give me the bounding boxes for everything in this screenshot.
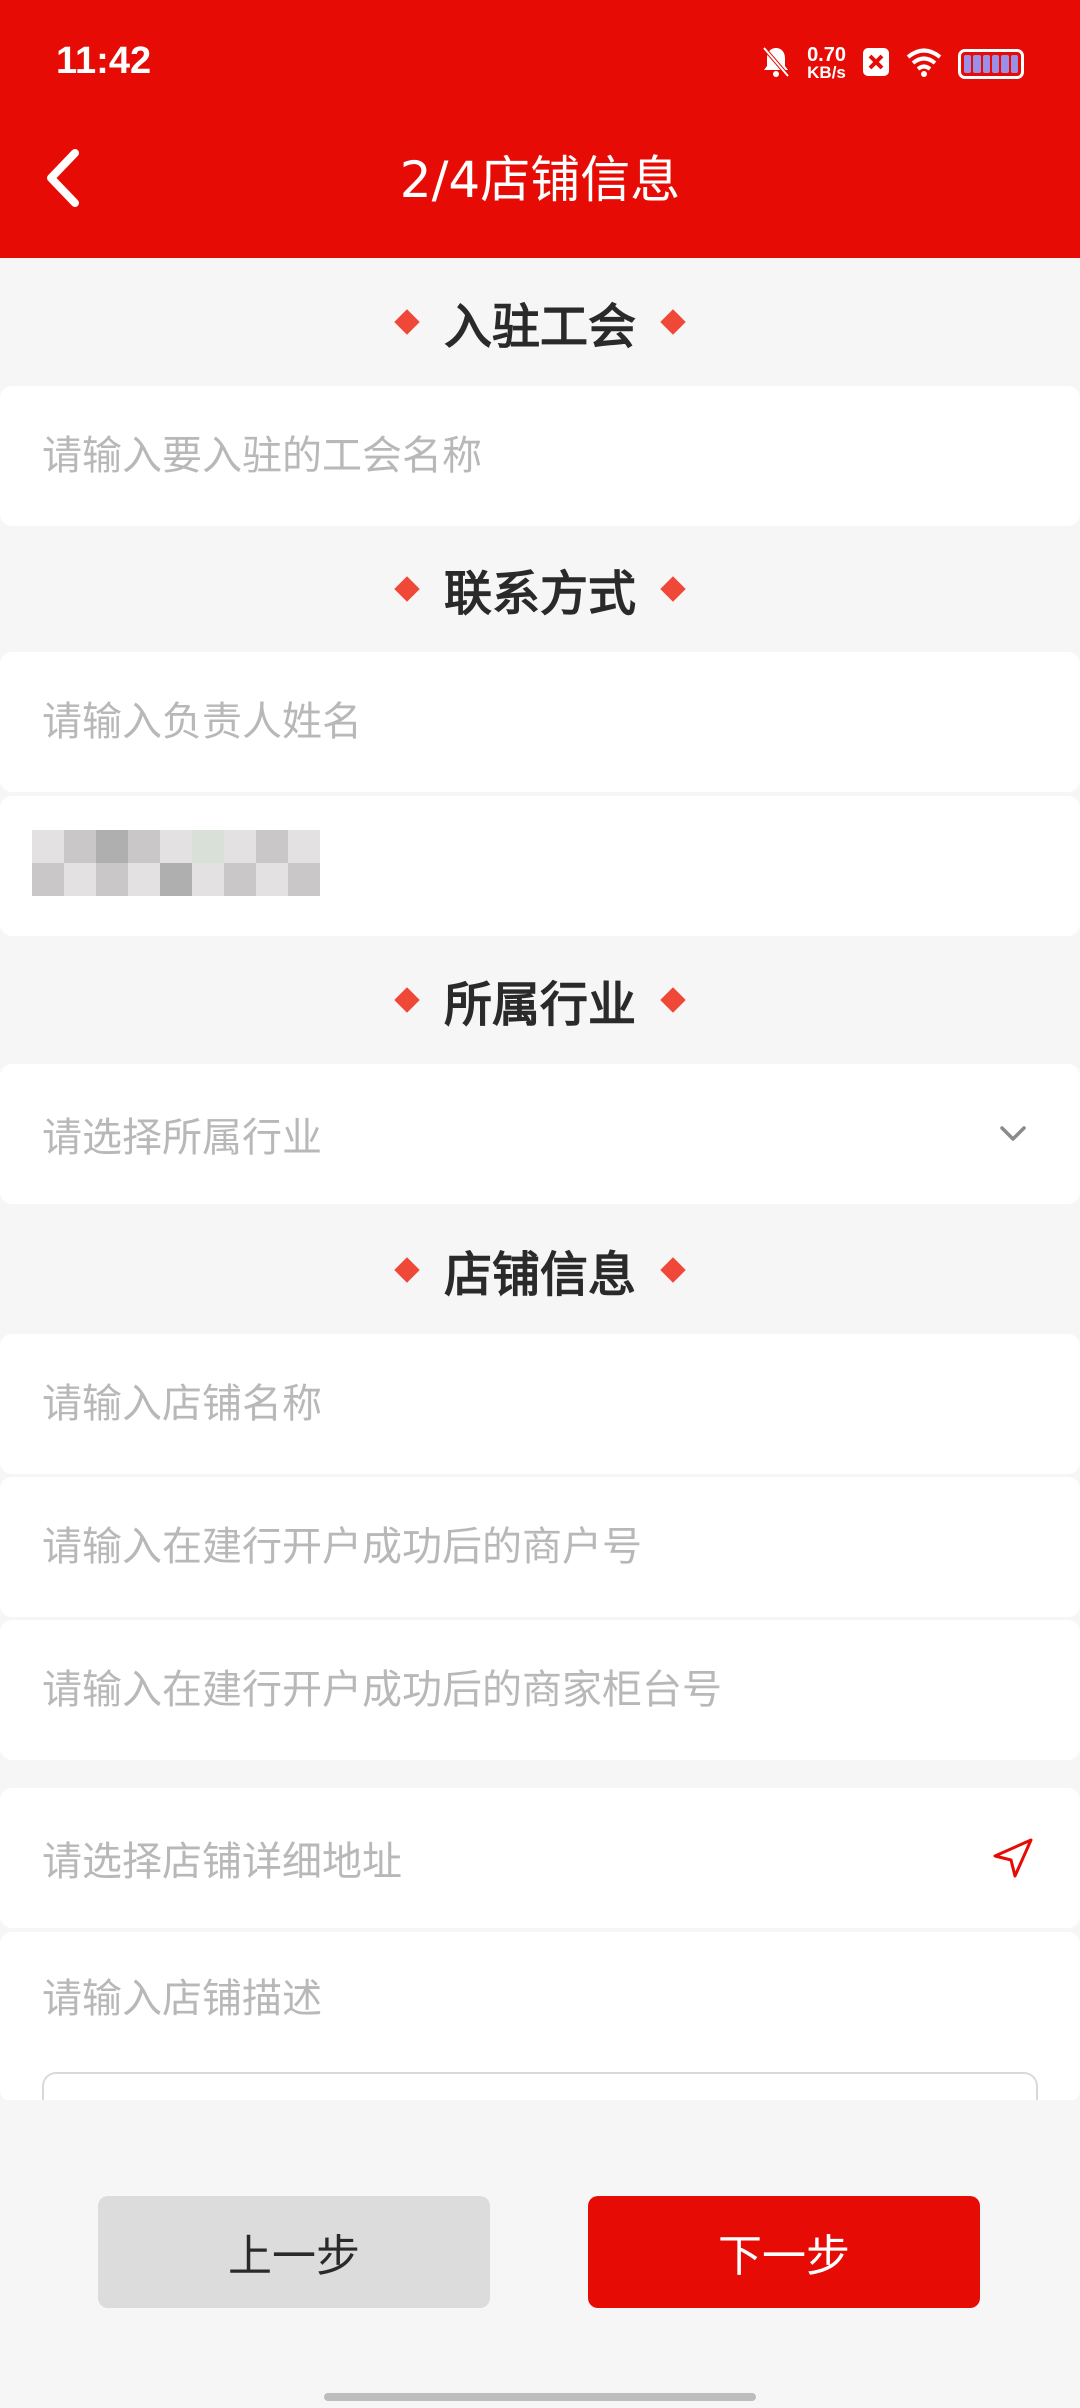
diamond-icon	[660, 309, 686, 335]
diamond-icon	[660, 1257, 686, 1283]
section-title-contact: 联系方式	[0, 549, 1080, 629]
battery-icon	[958, 49, 1024, 79]
bell-muted-icon	[761, 45, 791, 83]
wifi-icon	[906, 47, 942, 81]
next-step-button[interactable]: 下一步	[588, 2196, 980, 2308]
status-time: 11:42	[56, 40, 152, 82]
address-placeholder: 请选择店铺详细地址	[42, 1839, 402, 1885]
description-textarea-edge[interactable]	[42, 2072, 1038, 2102]
section-title-industry: 所属行业	[0, 960, 1080, 1040]
section-label: 联系方式	[443, 566, 636, 622]
diamond-icon	[394, 576, 420, 602]
contact-name-input[interactable]	[42, 699, 1038, 745]
industry-placeholder: 请选择所属行业	[42, 1115, 322, 1161]
section-label: 所属行业	[443, 977, 636, 1033]
contact-name-field[interactable]	[0, 652, 1080, 792]
prev-step-button[interactable]: 上一步	[98, 2196, 490, 2308]
store-description-input[interactable]	[42, 1976, 1038, 2022]
diamond-icon	[394, 1257, 420, 1283]
counter-no-input[interactable]	[42, 1667, 1038, 1713]
section-label: 入驻工会	[443, 299, 636, 355]
merchant-no-input[interactable]	[42, 1524, 1038, 1570]
net-speed: 0.70 KB/s	[807, 44, 846, 82]
close-box-icon	[862, 47, 890, 81]
diamond-icon	[394, 987, 420, 1013]
store-name-input[interactable]	[42, 1381, 1038, 1427]
union-name-input[interactable]	[42, 433, 1038, 479]
section-title-union: 入驻工会	[0, 282, 1080, 362]
section-title-store: 店铺信息	[0, 1230, 1080, 1310]
industry-select[interactable]: 请选择所属行业	[0, 1064, 1080, 1204]
section-label: 店铺信息	[443, 1247, 636, 1303]
app-header: 11:42 0.70 KB/s 2/4店铺信息	[0, 0, 1080, 258]
store-name-field[interactable]	[0, 1334, 1080, 1474]
counter-no-field[interactable]	[0, 1620, 1080, 1760]
home-indicator[interactable]	[324, 2393, 756, 2401]
status-icons: 0.70 KB/s	[761, 40, 1024, 88]
diamond-icon	[660, 987, 686, 1013]
chevron-down-icon	[988, 1109, 1038, 1159]
address-select[interactable]: 请选择店铺详细地址	[0, 1788, 1080, 1928]
merchant-no-field[interactable]	[0, 1477, 1080, 1617]
location-arrow-icon[interactable]	[988, 1833, 1038, 1883]
diamond-icon	[394, 309, 420, 335]
diamond-icon	[660, 576, 686, 602]
page-title: 2/4店铺信息	[399, 151, 681, 209]
redacted-phone-value	[32, 830, 320, 896]
union-name-field[interactable]	[0, 386, 1080, 526]
